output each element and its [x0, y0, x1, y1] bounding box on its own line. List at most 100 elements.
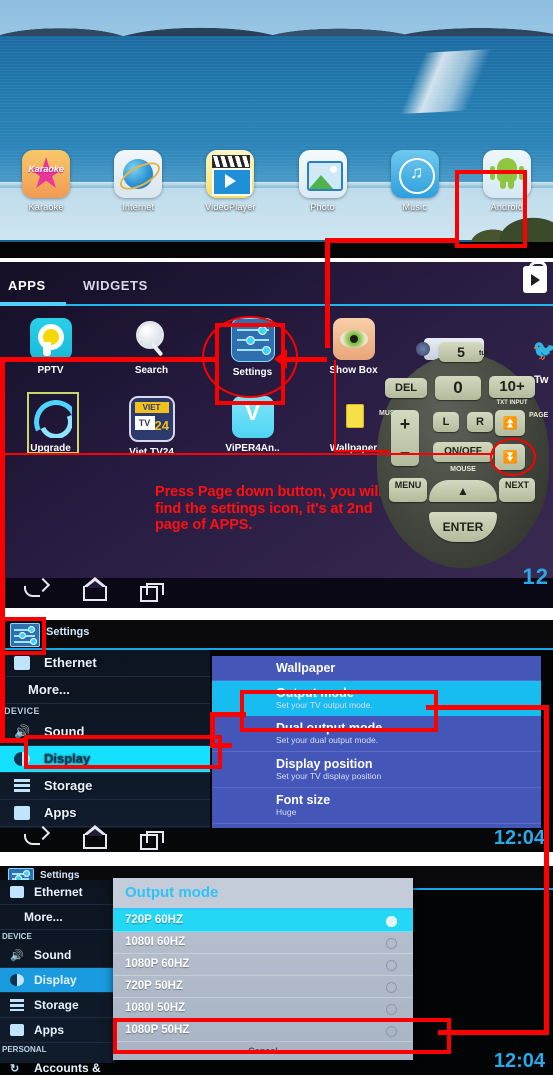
remote-key-onoff[interactable]: ON/OFF — [433, 442, 493, 462]
home-icon[interactable] — [83, 577, 107, 601]
app-item-settings[interactable]: Settings — [202, 314, 303, 392]
app-item-viper4android[interactable]: V ViPER4An.. — [202, 392, 303, 470]
sidebar-item-display[interactable]: Display — [0, 746, 210, 773]
dock-item-android[interactable]: Android — [471, 150, 543, 212]
clapperboard-play-icon — [206, 150, 255, 198]
wallpaper-shoreline — [321, 46, 553, 118]
pref-title: Wallpaper — [276, 661, 336, 675]
remote-key-enter[interactable]: ENTER — [429, 512, 497, 542]
remote-label-music: MUSIC — [379, 410, 402, 419]
tab-apps[interactable]: APPS — [8, 278, 46, 293]
option-1080p-50hz[interactable]: 1080P 50HZ — [113, 1020, 413, 1042]
karaoke-icon: Karaoke — [22, 150, 71, 198]
remote-key-mouse-left[interactable]: L — [433, 412, 459, 432]
remote-key-next[interactable]: NEXT — [499, 478, 535, 502]
remote-key-del[interactable]: DEL — [385, 378, 427, 398]
status-clock: 12 — [522, 564, 549, 589]
radio-icon[interactable] — [386, 916, 397, 927]
remote-key-0[interactable]: 0 — [435, 376, 481, 400]
radio-icon[interactable] — [386, 982, 397, 993]
pref-summary: Set your TV output mode. — [276, 700, 373, 710]
pref-output-mode[interactable]: Output mode Set your TV output mode. — [212, 681, 541, 716]
dock-item-videoplayer[interactable]: VideoPlayer — [194, 150, 266, 212]
recents-icon[interactable] — [140, 583, 164, 602]
storage-icon — [10, 999, 24, 1011]
dock-item-karaoke[interactable]: Karaoke Karaoke — [10, 150, 82, 212]
pref-display-position[interactable]: Display position Set your TV display pos… — [212, 752, 541, 788]
drawer-tabs: APPS WIDGETS — [0, 274, 553, 304]
back-icon[interactable] — [24, 834, 40, 845]
app-item-viettv24[interactable]: VIET TV 24 Viet TV24 — [101, 392, 202, 470]
sidebar-item-accounts-sync[interactable]: ↻ Accounts & sync — [0, 1056, 115, 1075]
sidebar-item-sound[interactable]: 🔊 Sound — [0, 719, 210, 746]
sidebar-label: Apps — [44, 805, 77, 820]
option-label: 1080P 60HZ — [125, 958, 190, 970]
cancel-button[interactable]: Cancel — [113, 1042, 413, 1060]
karaoke-badge: Karaoke — [28, 164, 64, 174]
remote-key-page-down[interactable]: ⏬ — [495, 444, 525, 470]
sidebar-item-sound[interactable]: 🔊 Sound — [0, 943, 115, 968]
sidebar-item-ethernet[interactable]: Ethernet — [0, 650, 210, 677]
app-item-upgrade[interactable]: Upgrade — [0, 392, 101, 470]
sidebar-header-personal: PERSONAL — [2, 1045, 47, 1054]
remote-key-dpad-up[interactable]: ▲ — [429, 480, 497, 502]
option-1080i-50hz[interactable]: 1080I 50HZ — [113, 998, 413, 1020]
instruction-text: Press Page down button, you will find th… — [155, 484, 383, 533]
sidebar-header-device: DEVICE — [2, 932, 32, 941]
back-icon[interactable] — [24, 586, 40, 597]
storage-icon — [14, 779, 30, 793]
dock-item-music[interactable]: ♫ Music — [379, 150, 451, 212]
remote-key-mouse-right[interactable]: R — [467, 412, 493, 432]
option-720p-50hz[interactable]: 720P 50HZ — [113, 976, 413, 998]
play-store-icon[interactable] — [523, 262, 547, 293]
app-item-search[interactable]: Search — [101, 314, 202, 392]
magnifier-icon — [131, 318, 173, 360]
android-robot-icon — [482, 150, 531, 198]
remote-key-5[interactable]: 5 — [439, 342, 483, 362]
tab-widgets[interactable]: WIDGETS — [83, 278, 148, 293]
pref-font-size[interactable]: Font size Huge — [212, 788, 541, 824]
app-item-pptv[interactable]: PPTV — [0, 314, 101, 392]
dock-label: Karaoke — [28, 202, 64, 212]
remote-key-page-up[interactable]: ⏫ — [495, 410, 525, 436]
settings-sliders-icon — [230, 318, 275, 362]
wallpaper-icon — [333, 396, 375, 438]
sidebar-item-storage[interactable]: Storage — [0, 993, 115, 1018]
radio-icon[interactable] — [386, 1004, 397, 1015]
dock-item-internet[interactable]: Internet — [102, 150, 174, 212]
dock-item-photo[interactable]: Photo — [287, 150, 359, 212]
settings-title: Settings — [46, 626, 90, 638]
radio-icon[interactable] — [386, 938, 397, 949]
radio-icon[interactable] — [386, 1026, 397, 1037]
radio-icon[interactable] — [386, 960, 397, 971]
remote-key-menu[interactable]: MENU — [389, 478, 427, 502]
home-icon[interactable] — [83, 825, 107, 849]
sidebar-item-display[interactable]: Display — [0, 968, 115, 993]
sidebar-item-ethernet[interactable]: Ethernet — [0, 880, 115, 905]
sidebar-item-more[interactable]: More... — [0, 905, 115, 930]
sync-icon: ↻ — [10, 1063, 20, 1075]
remote-label-tuv: tuv — [479, 350, 490, 357]
option-1080i-60hz[interactable]: 1080I 60HZ — [113, 932, 413, 954]
remote-key-10plus[interactable]: 10+ — [489, 376, 535, 398]
refresh-arrows-icon — [29, 396, 72, 438]
sidebar-item-more[interactable]: More... — [0, 677, 210, 704]
pref-title: Output mode — [276, 686, 354, 700]
globe-icon — [114, 150, 163, 198]
sidebar-label: More... — [24, 910, 63, 924]
status-clock: 12:04 — [493, 827, 545, 849]
pref-wallpaper[interactable]: Wallpaper — [212, 656, 541, 681]
sidebar-item-apps[interactable]: Apps — [0, 1018, 115, 1043]
settings-preference-list: Wallpaper Output mode Set your TV output… — [212, 656, 541, 828]
recents-icon[interactable] — [140, 831, 164, 850]
apps-icon — [10, 1024, 24, 1036]
panel-home-screen: Karaoke Karaoke Internet VideoPlayer Pho… — [0, 0, 553, 258]
sidebar-item-storage[interactable]: Storage — [0, 773, 210, 800]
pref-dual-output-mode[interactable]: Dual output mode Set your dual output mo… — [212, 716, 541, 752]
option-1080p-60hz[interactable]: 1080P 60HZ — [113, 954, 413, 976]
option-720p-60hz[interactable]: 720P 60HZ — [113, 910, 413, 932]
remote-key-volume[interactable]: + – — [391, 410, 419, 466]
sidebar-item-apps[interactable]: Apps — [0, 800, 210, 827]
eye-icon — [332, 318, 375, 360]
dock-label: Photo — [310, 202, 335, 212]
